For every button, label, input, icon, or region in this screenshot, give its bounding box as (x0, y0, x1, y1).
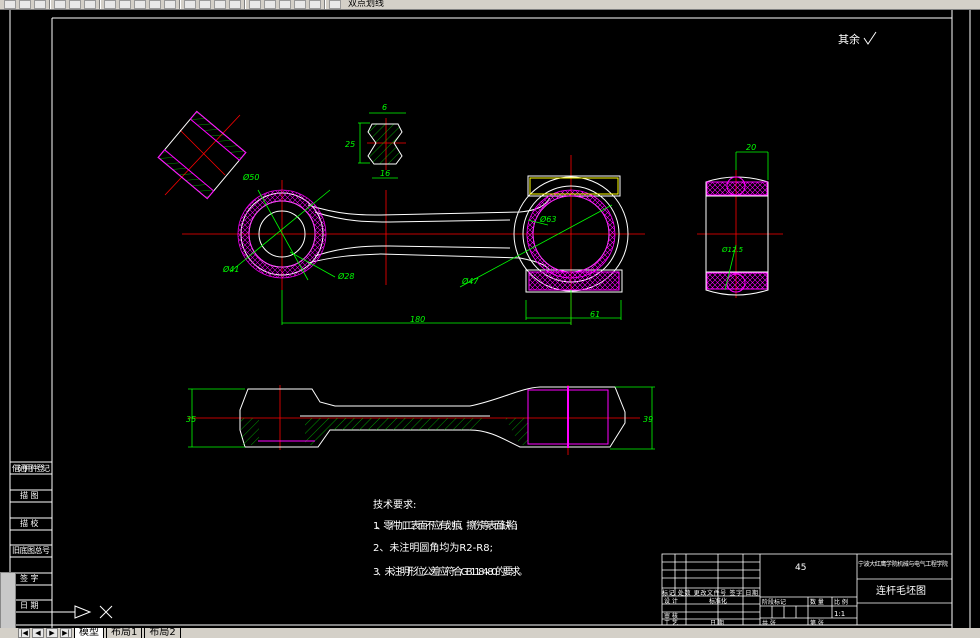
dim-small-end-mid: Ø41 (222, 264, 239, 274)
dim-big-end-bore: Ø47 (461, 276, 479, 286)
dim-rib-base: 16 (380, 169, 390, 178)
dim-big-thickness: 39 (643, 415, 653, 424)
prev-tab-button[interactable]: ◀ (32, 628, 44, 638)
strip-label: 签 字 (20, 573, 39, 583)
dim-rib-width: 6 (382, 103, 387, 112)
scale-value: 1:1 (834, 610, 845, 618)
scale-label: 比 例 (834, 598, 848, 606)
design-center-icon[interactable] (264, 0, 276, 9)
pan-icon[interactable] (184, 0, 196, 9)
side-view (705, 176, 769, 296)
strip-label: 旧底图总号 (12, 545, 50, 555)
open-icon[interactable] (19, 0, 31, 9)
tab-model[interactable]: 模型 (74, 628, 104, 638)
strip-label: 描 图 (20, 490, 39, 500)
dim-big-end-outer: Ø63 (539, 214, 556, 224)
toolbar-separator (324, 0, 326, 9)
roughness-symbol-icon (863, 31, 877, 45)
zoom-previous-icon[interactable] (229, 0, 241, 9)
layer-dropdown[interactable]: 双点划线 (348, 0, 384, 9)
undo-icon[interactable] (164, 0, 176, 9)
last-tab-button[interactable]: ▶| (60, 628, 72, 638)
save-icon[interactable] (34, 0, 46, 9)
print-icon[interactable] (54, 0, 66, 9)
copy-icon[interactable] (119, 0, 131, 9)
dim-small-end-bore: Ø28 (337, 271, 354, 281)
roughness-note: 其余 (838, 32, 860, 46)
tab-layout2[interactable]: 布局2 (144, 628, 181, 638)
dim-bolt: Ø12.5 (721, 246, 744, 254)
dim-big-end-half: 61 (590, 310, 600, 319)
sheet-number: 第 张 (810, 619, 824, 627)
revision-headers: 标记 处数 更改文件号 签字 日期 (662, 589, 758, 597)
dim-center-distance: 180 (410, 315, 425, 324)
designer-label: 设 计 (664, 597, 678, 605)
dim-side-width: 20 (746, 143, 756, 152)
tool-palette-icon[interactable] (279, 0, 291, 9)
school-name: 宁波大红鹰学院机械与电气工程学院 (858, 560, 948, 568)
zoom-window-icon[interactable] (214, 0, 226, 9)
process-label: 工 艺 (664, 619, 678, 627)
tool-palette[interactable] (0, 572, 16, 632)
tech-req-title: 技术要求: (373, 498, 416, 511)
calc-icon[interactable] (294, 0, 306, 9)
new-icon[interactable] (4, 0, 16, 9)
material: 45 (795, 563, 806, 573)
top-view (239, 386, 626, 448)
strip-label: 日 期 (20, 601, 39, 610)
next-tab-button[interactable]: ▶ (46, 628, 58, 638)
drawing-frame (9, 10, 971, 628)
date-label: 日 期 (710, 619, 724, 627)
sheets-total: 共 张 (762, 619, 776, 627)
paste-icon[interactable] (134, 0, 146, 9)
toolbar-separator (49, 0, 51, 9)
match-icon[interactable] (149, 0, 161, 9)
dim-small-thickness: 35 (186, 415, 196, 424)
tech-req-item: 1、零件加工表面不应有划痕、擦伤等表面缺陷; (373, 519, 518, 532)
rib-section-view (367, 123, 403, 165)
standardize-label: 标准化 (709, 597, 727, 605)
publish-icon[interactable] (84, 0, 96, 9)
dim-small-end-outer: Ø50 (242, 172, 259, 182)
layer-icon[interactable] (329, 0, 341, 9)
layout-tabs: |◀ ◀ ▶ ▶| 模型 布局1 布局2 (0, 628, 980, 638)
toolbar-separator (99, 0, 101, 9)
stage-marks-label: 阶段标记 (762, 598, 786, 606)
strip-label: 描 校 (20, 518, 39, 528)
help-icon[interactable] (309, 0, 321, 9)
tab-layout1[interactable]: 布局1 (106, 628, 143, 638)
standard-toolbar: 双点划线 (0, 0, 980, 10)
first-tab-button[interactable]: |◀ (18, 628, 30, 638)
drawing-canvas[interactable]: 借(通)用件登记 描 图 描 校 旧底图总号 签 字 日 期 其余 180 61… (0, 10, 980, 628)
zoom-realtime-icon[interactable] (199, 0, 211, 9)
toolbar-separator (244, 0, 246, 9)
part-name: 连杆毛坯图 (876, 584, 926, 597)
cut-icon[interactable] (104, 0, 116, 9)
preview-icon[interactable] (69, 0, 81, 9)
tech-req-item: 2、未注明圆角均为R2-R8; (373, 541, 493, 554)
strip-label: 借(通)用件登记 (12, 463, 50, 473)
properties-icon[interactable] (249, 0, 261, 9)
quantity-label: 数 量 (810, 598, 824, 606)
tech-req-item: 3、未注明形位公差应符合GB1184-80的要求。 (373, 565, 528, 578)
toolbar-separator (179, 0, 181, 9)
dim-rib-height: 25 (345, 140, 355, 149)
review-label: 审 核 (664, 612, 678, 620)
